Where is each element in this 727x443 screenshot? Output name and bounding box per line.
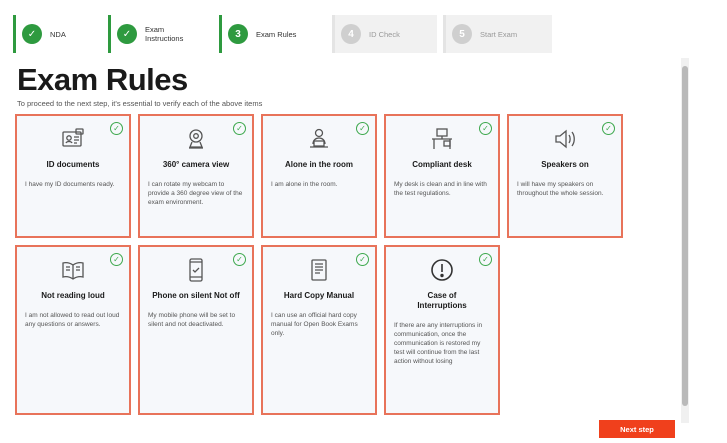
step-start-exam: 5 Start Exam [443, 15, 552, 53]
rule-card-id-documents[interactable]: ✓ ID documents I have my ID documents re… [15, 114, 131, 238]
step-nda: ✓ NDA [13, 15, 102, 53]
rule-card-phone-silent[interactable]: ✓ Phone on silent Not off My mobile phon… [138, 245, 254, 415]
rule-title: Not reading loud [41, 291, 105, 300]
progress-stepper: ✓ NDA ✓ Exam Instructions 3 Exam Rules 4… [13, 15, 552, 53]
check-icon: ✓ [233, 253, 246, 266]
rule-card-compliant-desk[interactable]: ✓ Compliant desk My desk is clean and in… [384, 114, 500, 238]
rule-title: Case of Interruptions [417, 291, 467, 310]
step-label: Exam Rules [256, 29, 297, 39]
rule-description: I am alone in the room. [271, 181, 338, 188]
rule-card-alone[interactable]: ✓ Alone in the room I am alone in the ro… [261, 114, 377, 238]
check-icon: ✓ [602, 122, 615, 135]
rule-card-speakers-on[interactable]: ✓ Speakers on I will have my speakers on… [507, 114, 623, 238]
rule-title: Phone on silent Not off [152, 291, 240, 300]
step-number-icon: 4 [341, 24, 361, 44]
rule-title: Speakers on [541, 160, 589, 169]
step-exam-instructions: ✓ Exam Instructions [108, 15, 213, 53]
scrollbar-thumb[interactable] [682, 66, 688, 406]
check-icon: ✓ [479, 122, 492, 135]
page-title: Exam Rules [17, 62, 188, 97]
step-label: Start Exam [480, 29, 518, 39]
mobile-phone-icon [146, 255, 246, 285]
step-id-check: 4 ID Check [332, 15, 437, 53]
speaker-icon [515, 124, 615, 154]
rule-title: Alone in the room [285, 160, 353, 169]
rule-title: Compliant desk [412, 160, 472, 169]
step-label: Exam Instructions [145, 25, 184, 43]
check-icon: ✓ [356, 253, 369, 266]
check-icon: ✓ [110, 122, 123, 135]
vertical-scrollbar[interactable] [681, 58, 689, 423]
page-subtitle: To proceed to the next step, it's essent… [17, 99, 263, 108]
rule-title: Hard Copy Manual [283, 291, 355, 300]
step-label: NDA [50, 29, 66, 39]
rule-description: I am not allowed to read out loud any qu… [25, 312, 120, 328]
rule-description: My desk is clean and in line with the te… [394, 181, 487, 197]
rule-title: ID documents [46, 160, 100, 169]
check-circle-icon: ✓ [22, 24, 42, 44]
rule-card-not-reading-loud[interactable]: ✓ Not reading loud I am not allowed to r… [15, 245, 131, 415]
rule-description: I will have my speakers on throughout th… [517, 181, 604, 197]
step-number-icon: 5 [452, 24, 472, 44]
step-exam-rules: 3 Exam Rules [219, 15, 326, 53]
check-circle-icon: ✓ [117, 24, 137, 44]
rule-description: I can rotate my webcam to provide a 360 … [148, 181, 243, 206]
rule-description: I have my ID documents ready. [25, 181, 115, 188]
rule-card-camera-view[interactable]: ✓ 360° camera view I can rotate my webca… [138, 114, 254, 238]
person-at-desk-icon [269, 124, 369, 154]
rule-title: 360° camera view [162, 160, 230, 169]
rule-description: If there are any interruptions in commun… [394, 322, 483, 365]
open-book-icon [23, 255, 123, 285]
step-number-icon: 3 [228, 24, 248, 44]
rule-description: My mobile phone will be set to silent an… [148, 312, 236, 328]
rule-description: I can use an official hard copy manual f… [271, 312, 358, 337]
check-icon: ✓ [110, 253, 123, 266]
rule-card-interruptions[interactable]: ✓ Case of Interruptions If there are any… [384, 245, 500, 415]
rule-card-hard-copy-manual[interactable]: ✓ Hard Copy Manual I can use an official… [261, 245, 377, 415]
exclamation-icon [392, 255, 492, 285]
webcam-icon [146, 124, 246, 154]
check-icon: ✓ [233, 122, 246, 135]
step-label: ID Check [369, 29, 400, 39]
desk-icon [392, 124, 492, 154]
manual-icon [269, 255, 369, 285]
check-icon: ✓ [479, 253, 492, 266]
next-step-button[interactable]: Next step [599, 420, 675, 438]
check-icon: ✓ [356, 122, 369, 135]
id-card-icon [23, 124, 123, 154]
